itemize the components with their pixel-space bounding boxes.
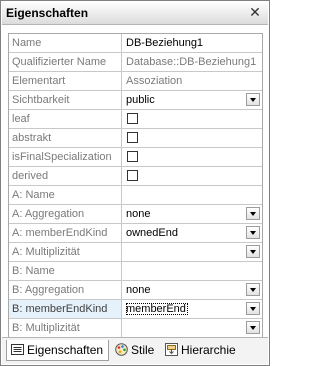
properties-icon [11,344,24,355]
property-label: A: Multiplizität [9,243,122,261]
property-value-cell [126,148,262,166]
property-label: B: memberEndKind [9,300,122,318]
title-bar: Eigenschaften ✕ [2,2,268,25]
property-value-cell [126,167,262,185]
property-input: Assoziation [126,72,262,90]
property-value: Assoziation [126,75,183,87]
property-value-cell [126,110,262,128]
property-label: Qualifizierter Name [9,53,122,71]
property-row[interactable]: leaf [9,110,262,129]
chevron-down-icon[interactable] [246,226,260,239]
chevron-down-icon[interactable] [246,207,260,220]
tab-bar: Eigenschaften Stile Hierarchie [2,337,268,364]
hierarchy-icon [165,343,178,356]
property-dropdown[interactable]: memberEnd [126,300,262,318]
checkbox[interactable] [127,170,138,181]
property-dropdown[interactable] [126,243,262,261]
property-dropdown[interactable]: none [126,281,262,299]
property-label: B: Aggregation [9,281,122,299]
tab-label: Hierarchie [181,343,236,357]
property-input[interactable] [126,262,262,280]
property-label: A: Name [9,186,122,204]
property-label: Sichtbarkeit [9,91,122,109]
tab-stile[interactable]: Stile [111,340,159,360]
property-dropdown[interactable]: none [126,205,262,223]
property-value: none [126,284,151,296]
property-value: none [126,208,151,220]
property-label: A: Aggregation [9,205,122,223]
property-label: Name [9,34,122,52]
property-label: B: Name [9,262,122,280]
property-row[interactable]: B: Aggregation none [9,281,262,300]
tab-label: Stile [131,343,155,357]
property-row[interactable]: B: memberEndKind memberEnd [9,300,262,319]
tab-label: Eigenschaften [27,343,104,357]
property-row[interactable]: Sichtbarkeit public [9,91,262,110]
property-label: leaf [9,110,122,128]
property-row[interactable]: A: Multiplizität [9,243,262,262]
property-row[interactable]: B: Multiplizität [9,319,262,338]
property-row[interactable]: Qualifizierter Name Database::DB-Beziehun… [9,53,262,72]
property-row[interactable]: Elementart Assoziation [9,72,262,91]
property-dropdown[interactable]: public [126,91,262,109]
property-row[interactable]: A: memberEndKind ownedEnd [9,224,262,243]
property-label: Elementart [9,72,122,90]
checkbox[interactable] [127,113,138,124]
property-label: B: Multiplizität [9,319,122,337]
close-icon[interactable]: ✕ [248,4,262,21]
property-row[interactable]: B: Name [9,262,262,281]
property-value: Database::DB-Beziehung1 [126,56,257,68]
chevron-down-icon[interactable] [246,245,260,258]
property-row[interactable]: isFinalSpecialization [9,148,262,167]
property-dropdown[interactable]: ownedEnd [126,224,262,242]
chevron-down-icon[interactable] [246,93,260,106]
palette-icon [115,343,128,356]
properties-panel: Eigenschaften ✕ Name DB-Beziehung1 Qualifi… [0,0,270,366]
property-label: isFinalSpecialization [9,148,122,166]
property-row[interactable]: A: Aggregation none [9,205,262,224]
property-input[interactable] [126,186,262,204]
property-dropdown[interactable] [126,319,262,337]
property-label: abstrakt [9,129,122,147]
property-label: derived [9,167,122,185]
property-row[interactable]: Name DB-Beziehung1 [9,34,262,53]
property-input[interactable]: DB-Beziehung1 [126,34,262,52]
panel-title: Eigenschaften [6,6,89,20]
property-label: A: memberEndKind [9,224,122,242]
checkbox[interactable] [127,151,138,162]
property-row[interactable]: abstrakt [9,129,262,148]
property-row[interactable]: derived [9,167,262,186]
tab-eigenschaften[interactable]: Eigenschaften [6,340,110,361]
checkbox[interactable] [127,132,138,143]
property-value-cell [126,129,262,147]
property-row[interactable]: A: Name [9,186,262,205]
chevron-down-icon[interactable] [246,321,260,334]
property-value: ownedEnd [126,227,178,239]
property-value: public [126,94,155,106]
property-grid: Name DB-Beziehung1 Qualifizierter Name Data… [8,33,263,338]
property-value: memberEnd [126,303,188,315]
chevron-down-icon[interactable] [246,302,260,315]
property-input: Database::DB-Beziehung1 [126,53,262,71]
tab-hierarchie[interactable]: Hierarchie [161,340,241,360]
property-value: DB-Beziehung1 [126,37,204,49]
chevron-down-icon[interactable] [246,283,260,296]
